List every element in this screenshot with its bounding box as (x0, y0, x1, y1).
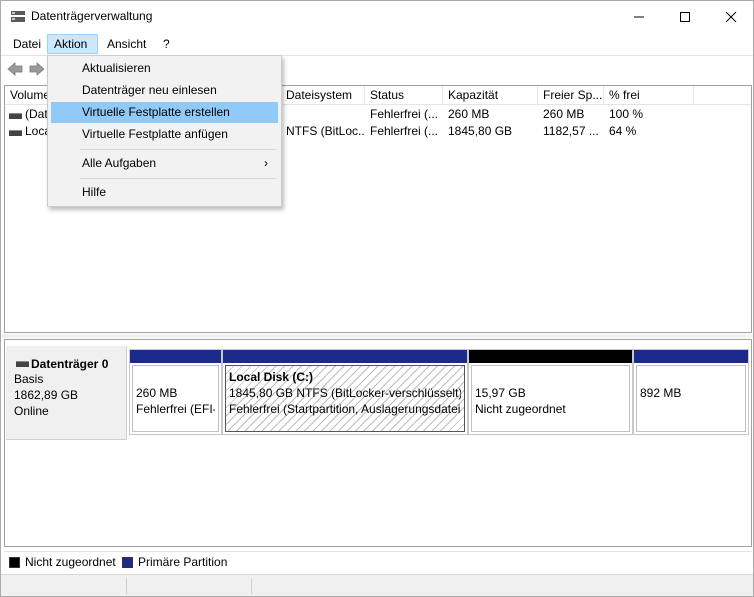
row-capacity: 1845,80 GB (448, 124, 513, 138)
partition-recovery[interactable]: 892 MB (633, 349, 749, 435)
menu-item-virtuelle-festplatte-erstellen[interactable]: Virtuelle Festplatte erstellen (51, 102, 278, 123)
menu-help[interactable]: ? (156, 34, 177, 54)
row-free-space: 260 MB (543, 107, 585, 121)
partition-size: 260 MB (136, 386, 178, 400)
menu-item-alle-aufgaben[interactable]: Alle Aufgaben › (51, 153, 278, 174)
partition-bar (130, 350, 221, 363)
row-percent-free: 100 % (609, 107, 644, 121)
disk-size: 1862,89 GB (14, 388, 79, 402)
menu-bar: Datei Aktion Ansicht ? (1, 32, 753, 54)
disk-state: Online (14, 404, 49, 418)
legend-label-unallocated: Nicht zugeordnet (25, 555, 116, 569)
status-bar (1, 574, 753, 596)
column-header-percent-free[interactable]: % frei (604, 86, 694, 105)
disk-management-app-icon (11, 11, 25, 22)
partition-body: Local Disk (C:) 1845,80 GB NTFS (BitLock… (225, 365, 465, 432)
column-header-filler (694, 86, 751, 105)
row-capacity: 260 MB (448, 107, 490, 121)
menu-item-aktualisieren[interactable]: Aktualisieren (51, 58, 278, 79)
partition-status: Nicht zugeordnet (475, 402, 566, 416)
column-header-free-space[interactable]: Freier Sp... (538, 86, 604, 105)
partition-local-disk-c[interactable]: Local Disk (C:) 1845,80 GB NTFS (BitLock… (222, 349, 468, 435)
row-free-space: 1182,57 ... (543, 124, 599, 138)
column-header-capacity[interactable]: Kapazität (443, 86, 538, 105)
close-button[interactable] (708, 1, 754, 32)
legend-swatch-unallocated (9, 557, 20, 568)
window-title: Datenträgerverwaltung (31, 9, 153, 23)
submenu-arrow-icon: › (264, 156, 268, 170)
legend-swatch-primary (122, 557, 133, 568)
partition-status: Fehlerfrei (Startpartition, Auslagerungs… (229, 402, 461, 416)
forward-arrow-icon[interactable] (28, 60, 46, 78)
minimize-button[interactable] (616, 1, 662, 32)
partition-body: 260 MB Fehlerfrei (EFI-S (132, 365, 219, 432)
column-header-filesystem[interactable]: Dateisystem (281, 86, 365, 105)
partition-body: 15,97 GB Nicht zugeordnet (471, 365, 630, 432)
menu-item-alle-aufgaben-label: Alle Aufgaben (82, 156, 157, 170)
partition-size: 1845,80 GB NTFS (BitLocker-verschlüsselt… (229, 386, 461, 400)
disk-label[interactable]: Datenträger 0 Basis 1862,89 GB Online (6, 346, 127, 440)
status-separator (126, 578, 127, 594)
partition-size: 15,97 GB (475, 386, 526, 400)
row-status: Fehlerfrei (... (370, 107, 439, 121)
partition-status: Fehlerfrei (EFI-S (136, 402, 215, 416)
menu-aktion[interactable]: Aktion (47, 34, 98, 54)
aktion-menu-dropdown: Aktualisieren Datenträger neu einlesen V… (47, 55, 282, 207)
partition-bar (634, 350, 748, 363)
partition-unallocated[interactable]: 15,97 GB Nicht zugeordnet (468, 349, 633, 435)
title-bar: Datenträgerverwaltung (1, 1, 753, 32)
partition-size: 892 MB (640, 386, 682, 400)
partition-title: Local Disk (C:) (229, 370, 314, 384)
partition-bar (223, 350, 467, 363)
disk-icon (16, 361, 29, 367)
disk-name: Datenträger 0 (31, 357, 109, 371)
row-filesystem: NTFS (BitLoc... (286, 124, 365, 138)
partition-efi[interactable]: 260 MB Fehlerfrei (EFI-S (129, 349, 222, 435)
disk-type: Basis (14, 372, 44, 386)
menu-separator (80, 178, 276, 179)
maximize-icon (680, 11, 690, 22)
menu-datei[interactable]: Datei (6, 34, 48, 54)
back-arrow-icon[interactable] (6, 60, 24, 78)
row-filesystem (281, 106, 365, 123)
menu-item-virtuelle-festplatte-anfuegen[interactable]: Virtuelle Festplatte anfügen (51, 124, 278, 145)
row-percent-free: 64 % (609, 124, 637, 138)
disk-layout-pane: Datenträger 0 Basis 1862,89 GB Online 26… (4, 339, 752, 547)
partition-body: 892 MB (636, 365, 746, 432)
row-status: Fehlerfrei (... (370, 124, 439, 138)
minimize-icon (634, 16, 644, 17)
legend-label-primary: Primäre Partition (138, 555, 228, 569)
partition-bar (469, 350, 632, 363)
disk-management-window: Datenträgerverwaltung Datei Aktion Ansic… (0, 0, 754, 597)
menu-ansicht[interactable]: Ansicht (100, 34, 153, 54)
menu-separator (80, 149, 276, 150)
menu-item-datentraeger-neu-einlesen[interactable]: Datenträger neu einlesen (51, 80, 278, 101)
legend: Nicht zugeordnet Primäre Partition (4, 551, 752, 571)
pane-splitter[interactable] (1, 334, 753, 338)
status-separator (251, 578, 252, 594)
menu-item-hilfe[interactable]: Hilfe (51, 182, 278, 203)
maximize-button[interactable] (662, 1, 708, 32)
close-icon (725, 11, 737, 22)
column-header-status[interactable]: Status (365, 86, 443, 105)
